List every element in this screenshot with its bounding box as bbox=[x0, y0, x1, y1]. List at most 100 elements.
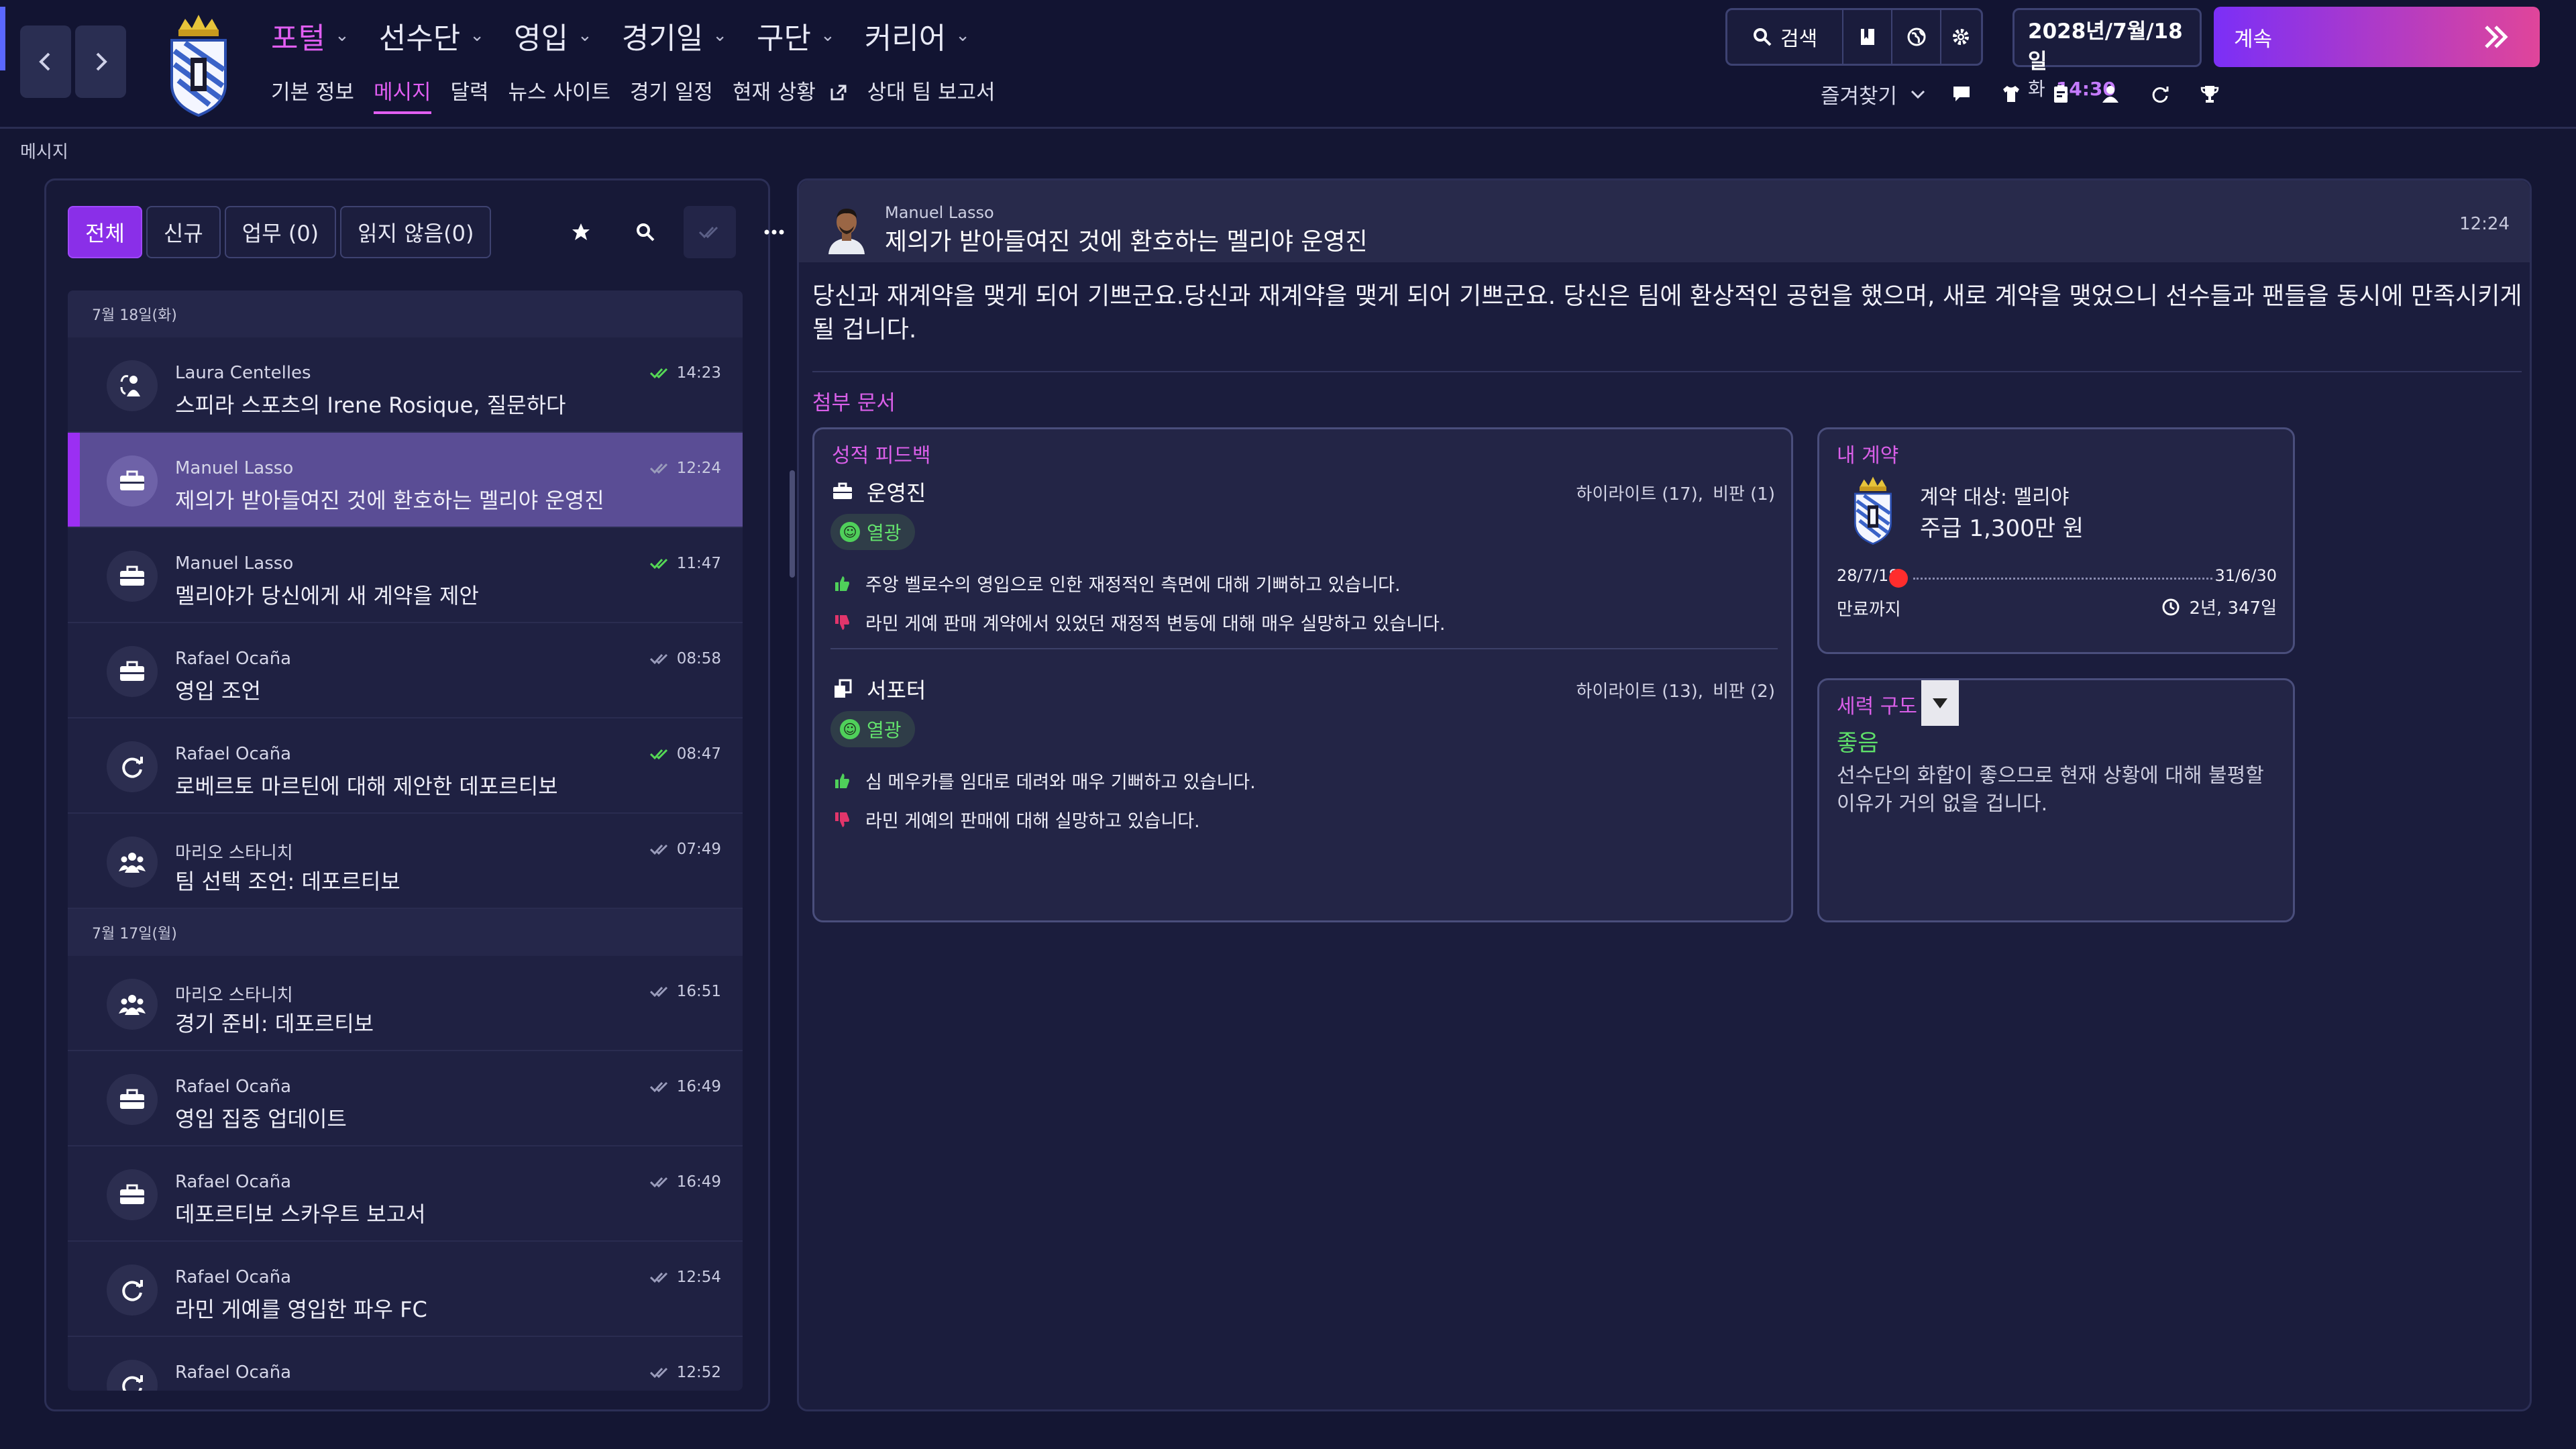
smile-icon: ☺ bbox=[840, 719, 860, 739]
subnav-overview[interactable]: 기본 정보 bbox=[271, 75, 354, 110]
staff-shortcut[interactable] bbox=[2100, 83, 2121, 105]
message-list-item[interactable]: Manuel Lasso 제의가 받아들여진 것에 환호하는 멜리야 운영진 12:… bbox=[68, 433, 743, 528]
refresh-icon bbox=[107, 1360, 158, 1391]
subnav-news[interactable]: 뉴스 사이트 bbox=[508, 75, 610, 110]
subnav-status[interactable]: 현재 상황 bbox=[733, 75, 848, 110]
message-list-item[interactable]: Rafael Ocaña 데포르티보 스카우트 보고서 16:49 bbox=[68, 1146, 743, 1242]
contract-until-label: 만료까지 bbox=[1837, 600, 1901, 620]
supporters-highlights[interactable]: 하이라이트 (13), bbox=[1576, 678, 1704, 702]
my-contract-card[interactable]: 내 계약 계약 대상: 멜리야 주급 1,300만 원 28/7/18 31/6… bbox=[1817, 427, 2295, 654]
message-list-item[interactable]: Rafael Ocaña 장 티에리 라자르를 영입한 파니오니오스 12:52 bbox=[68, 1337, 743, 1391]
inbox-search-button[interactable] bbox=[619, 206, 672, 258]
person-exchange-icon bbox=[107, 360, 158, 411]
date-display[interactable]: 2028년/7월/18일 화 14:30 bbox=[2012, 8, 2202, 100]
message-time: 16:49 bbox=[649, 1078, 721, 1095]
supporters-positive-feedback: 심 메우카를 임대로 데려와 매우 기뻐하고 있습니다. bbox=[833, 767, 1256, 794]
subnav-opposition-report[interactable]: 상대 팀 보고서 bbox=[867, 75, 996, 110]
board-highlights[interactable]: 하이라이트 (17), bbox=[1576, 480, 1704, 505]
briefcase-icon bbox=[833, 482, 852, 499]
ellipsis-icon bbox=[764, 229, 784, 235]
message-header: Manuel Lasso 제의가 받아들여진 것에 환호하는 멜리야 운영진 1… bbox=[799, 180, 2530, 262]
team-icon bbox=[107, 837, 158, 888]
message-list-item[interactable]: Rafael Ocaña 영입 집중 업데이트 16:49 bbox=[68, 1051, 743, 1146]
forward-button[interactable] bbox=[75, 25, 126, 98]
external-link-icon bbox=[830, 85, 847, 101]
subnav-inbox[interactable]: 메시지 bbox=[373, 75, 431, 114]
supporters-criticism[interactable]: 비판 (2) bbox=[1713, 678, 1775, 702]
message-list-item[interactable]: Rafael Ocaña 로베르토 마르틴에 대해 제안한 데포르티보 08:47 bbox=[68, 718, 743, 814]
filter-new-button[interactable]: 신규 bbox=[146, 206, 221, 258]
dynamics-card[interactable]: 세력 구도 좋음 선수단의 화합이 좋으므로 현재 상황에 대해 불평할 이유가… bbox=[1817, 678, 2295, 922]
more-options-button[interactable] bbox=[748, 206, 800, 258]
board-criticism[interactable]: 비판 (1) bbox=[1713, 480, 1775, 505]
message-list-item[interactable]: Laura Centelles 스피라 스포츠의 Irene Rosique, 질… bbox=[68, 337, 743, 433]
board-positive-feedback: 주앙 벨로수의 영입으로 인한 재정적인 측면에 대해 기뻐하고 있습니다. bbox=[833, 570, 1401, 596]
thumbs-up-icon bbox=[835, 773, 849, 788]
nav-recruitment[interactable]: 영입 ⌄ bbox=[514, 12, 592, 59]
back-button[interactable] bbox=[20, 25, 71, 98]
notebook-button[interactable] bbox=[1843, 10, 1893, 64]
supporters-mood-badge: ☺ 열광 bbox=[830, 711, 915, 747]
chat-shortcut[interactable] bbox=[1951, 83, 1972, 105]
breadcrumb: 메시지 bbox=[20, 142, 68, 162]
team-icon bbox=[107, 979, 158, 1030]
message-time: 08:47 bbox=[649, 745, 721, 763]
message-sender: Rafael Ocaña bbox=[175, 1172, 292, 1192]
search-button[interactable]: 검색 bbox=[1727, 10, 1844, 64]
subnav-fixtures[interactable]: 경기 일정 bbox=[630, 75, 713, 110]
dynamics-status: 좋음 bbox=[1837, 730, 1879, 757]
attachments-heading: 첨부 문서 bbox=[812, 391, 896, 415]
favorites-dropdown[interactable]: 즐겨찾기 bbox=[1821, 79, 1927, 109]
message-list-item[interactable]: Rafael Ocaña 영입 조언 08:58 bbox=[68, 623, 743, 718]
settings-button[interactable] bbox=[1941, 10, 1981, 64]
nav-portal[interactable]: 포털 ⌄ bbox=[271, 12, 350, 59]
body-divider bbox=[812, 371, 2522, 372]
board-mood-badge: ☺ 열광 bbox=[830, 514, 915, 550]
double-check-icon bbox=[649, 749, 667, 760]
club-crest-logo[interactable] bbox=[158, 11, 239, 118]
chat-icon bbox=[1953, 87, 1970, 101]
message-list-item[interactable]: Rafael Ocaña 라민 게예를 영입한 파우 FC 12:54 bbox=[68, 1242, 743, 1337]
transfers-shortcut[interactable] bbox=[2149, 83, 2171, 105]
double-chevron-right-icon bbox=[2485, 25, 2508, 48]
message-list-scrollbar[interactable] bbox=[790, 470, 795, 578]
kit-shortcut[interactable] bbox=[2000, 83, 2022, 105]
sender-avatar[interactable] bbox=[823, 203, 870, 254]
double-check-icon bbox=[698, 226, 718, 239]
filter-all-button[interactable]: 전체 bbox=[68, 206, 142, 258]
message-sender[interactable]: Manuel Lasso bbox=[885, 203, 994, 222]
supporters-counts: 하이라이트 (13), 비판 (2) bbox=[1576, 678, 1775, 702]
message-list-item[interactable]: 마리오 스타니치 팀 선택 조언: 데포르티보 07:49 bbox=[68, 814, 743, 909]
message-subject: 로베르토 마르틴에 대해 제안한 데포르티보 bbox=[175, 773, 558, 799]
filter-tasks-button[interactable]: 업무 (0) bbox=[224, 206, 337, 258]
gear-icon bbox=[1953, 29, 1970, 45]
filter-unread-button[interactable]: 읽지 않음(0) bbox=[340, 206, 492, 258]
nav-career[interactable]: 커리어 ⌄ bbox=[865, 12, 970, 59]
world-button[interactable] bbox=[1892, 10, 1941, 64]
globe-icon bbox=[1907, 28, 1926, 46]
shirt-icon bbox=[2003, 86, 2019, 102]
continue-button[interactable]: 계속 bbox=[2214, 7, 2540, 67]
chevron-left-icon bbox=[39, 52, 50, 71]
subnav-calendar[interactable]: 달력 bbox=[451, 75, 489, 110]
nav-squad[interactable]: 선수단 ⌄ bbox=[379, 12, 484, 59]
message-time: 08:58 bbox=[649, 650, 721, 667]
nav-club[interactable]: 구단 ⌄ bbox=[757, 12, 835, 59]
dynamics-dropdown-button[interactable] bbox=[1921, 680, 1959, 726]
contract-title: 내 계약 bbox=[1837, 444, 1899, 468]
briefcase-icon bbox=[107, 455, 158, 506]
chevron-right-icon bbox=[96, 52, 107, 71]
board-mood: 열광 bbox=[867, 522, 902, 544]
message-time: 12:24 bbox=[2459, 214, 2510, 234]
message-list-item[interactable]: Manuel Lasso 멜리야가 당신에게 새 계약을 제안 11:47 bbox=[68, 528, 743, 623]
message-list-item[interactable]: 마리오 스타니치 경기 준비: 데포르티보 16:51 bbox=[68, 956, 743, 1051]
message-time: 12:24 bbox=[649, 460, 721, 477]
notebook-icon bbox=[1860, 29, 1874, 45]
smile-icon: ☺ bbox=[840, 522, 860, 542]
mark-read-button[interactable] bbox=[684, 206, 736, 258]
trophy-shortcut[interactable] bbox=[2199, 83, 2220, 105]
message-time: 16:49 bbox=[649, 1173, 721, 1191]
nav-matchday[interactable]: 경기일 ⌄ bbox=[622, 12, 727, 59]
star-button[interactable] bbox=[555, 206, 607, 258]
tactics-shortcut[interactable] bbox=[2050, 83, 2072, 105]
